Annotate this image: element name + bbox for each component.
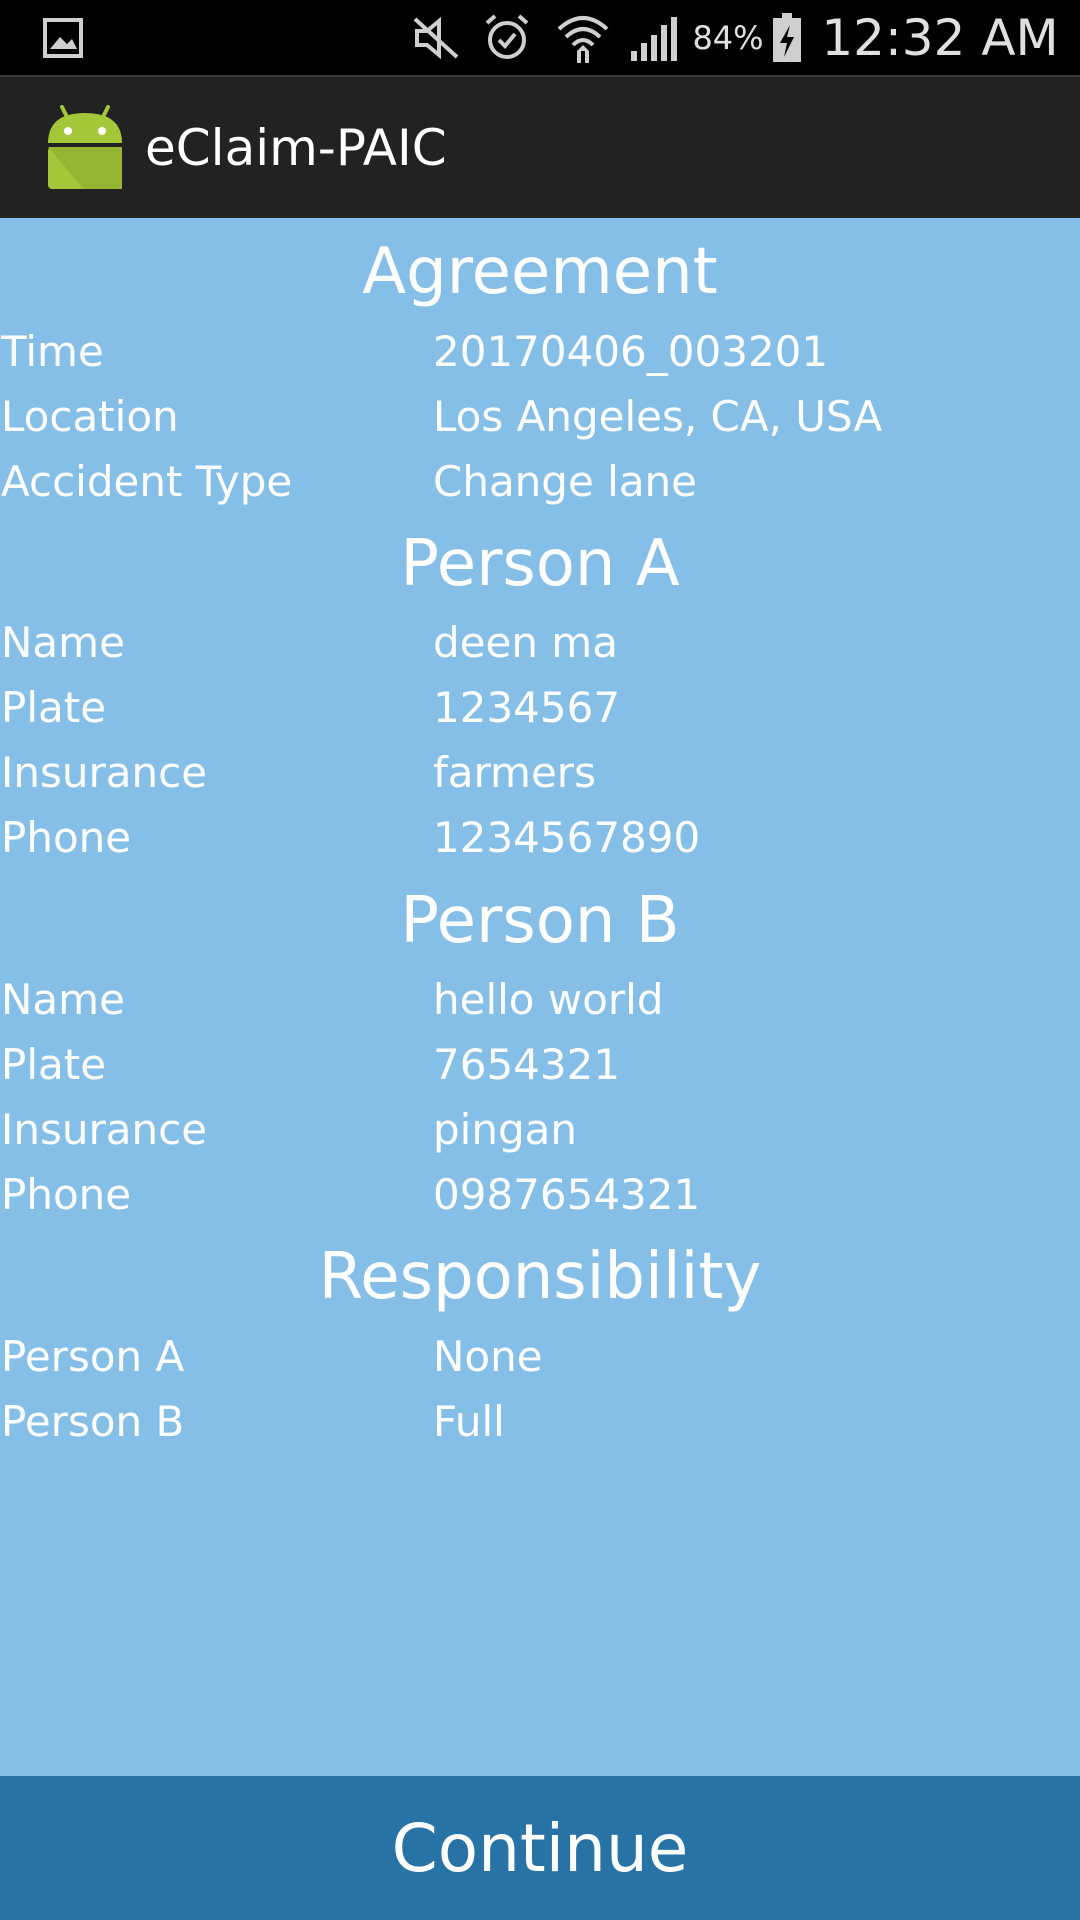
battery-percent: 84% <box>692 18 764 57</box>
person-b-heading: Person B <box>400 884 680 958</box>
row-value: farmers <box>433 748 596 797</box>
app-title: eClaim-PAIC <box>145 119 447 177</box>
row-value: Full <box>433 1397 505 1446</box>
person-a-row-insurance: Insurance farmers <box>0 740 1080 805</box>
row-value: hello world <box>433 975 664 1024</box>
signal-icon <box>628 0 680 75</box>
row-label: Name <box>1 975 125 1024</box>
person-a-heading: Person A <box>400 527 680 601</box>
agreement-row-accident-type: Accident Type Change lane <box>0 449 1080 514</box>
row-label: Plate <box>1 1040 107 1089</box>
person-a-row-phone: Phone 1234567890 <box>0 805 1080 870</box>
row-label: Person B <box>1 1397 185 1446</box>
alarm-icon <box>480 0 534 75</box>
row-label: Location <box>1 392 179 441</box>
agreement-heading: Agreement <box>362 235 718 309</box>
row-label: Insurance <box>1 1105 208 1154</box>
person-a-row-plate: Plate 1234567 <box>0 675 1080 740</box>
row-label: Person A <box>1 1332 185 1381</box>
row-value: 0987654321 <box>433 1170 701 1219</box>
row-value: 1234567890 <box>433 813 701 862</box>
row-label: Time <box>1 327 104 376</box>
row-value: 20170406_003201 <box>433 327 829 376</box>
row-label: Insurance <box>1 748 208 797</box>
status-bar: 84% 12:32 AM <box>0 0 1080 75</box>
responsibility-heading: Responsibility <box>318 1240 762 1314</box>
person-a-row-name: Name deen ma <box>0 610 1080 675</box>
agreement-row-location: Location Los Angeles, CA, USA <box>0 384 1080 449</box>
row-value: Los Angeles, CA, USA <box>433 392 883 441</box>
row-label: Accident Type <box>1 457 293 506</box>
row-label: Name <box>1 618 125 667</box>
status-time: 12:32 AM <box>821 8 1059 67</box>
row-value: None <box>433 1332 543 1381</box>
row-value: pingan <box>433 1105 577 1154</box>
wifi-icon <box>552 0 614 75</box>
row-value: deen ma <box>433 618 618 667</box>
agreement-row-time: Time 20170406_003201 <box>0 319 1080 384</box>
person-b-row-insurance: Insurance pingan <box>0 1097 1080 1162</box>
row-label: Phone <box>1 1170 132 1219</box>
responsibility-row-person-b: Person B Full <box>0 1389 1080 1454</box>
app-bar: eClaim-PAIC <box>0 75 1080 218</box>
row-value: 1234567 <box>433 683 621 732</box>
row-value: Change lane <box>433 457 698 506</box>
person-b-row-plate: Plate 7654321 <box>0 1032 1080 1097</box>
row-label: Plate <box>1 683 107 732</box>
mute-icon <box>408 0 464 75</box>
responsibility-row-person-a: Person A None <box>0 1324 1080 1389</box>
row-value: 7654321 <box>433 1040 621 1089</box>
row-label: Phone <box>1 813 132 862</box>
battery-charging-icon <box>770 0 804 75</box>
gallery-notification-icon <box>38 0 88 75</box>
android-app-icon <box>44 105 126 189</box>
continue-button[interactable]: Continue <box>0 1776 1080 1920</box>
agreement-content: Agreement Time 20170406_003201 Location … <box>0 218 1080 1776</box>
person-b-row-name: Name hello world <box>0 967 1080 1032</box>
person-b-row-phone: Phone 0987654321 <box>0 1162 1080 1227</box>
